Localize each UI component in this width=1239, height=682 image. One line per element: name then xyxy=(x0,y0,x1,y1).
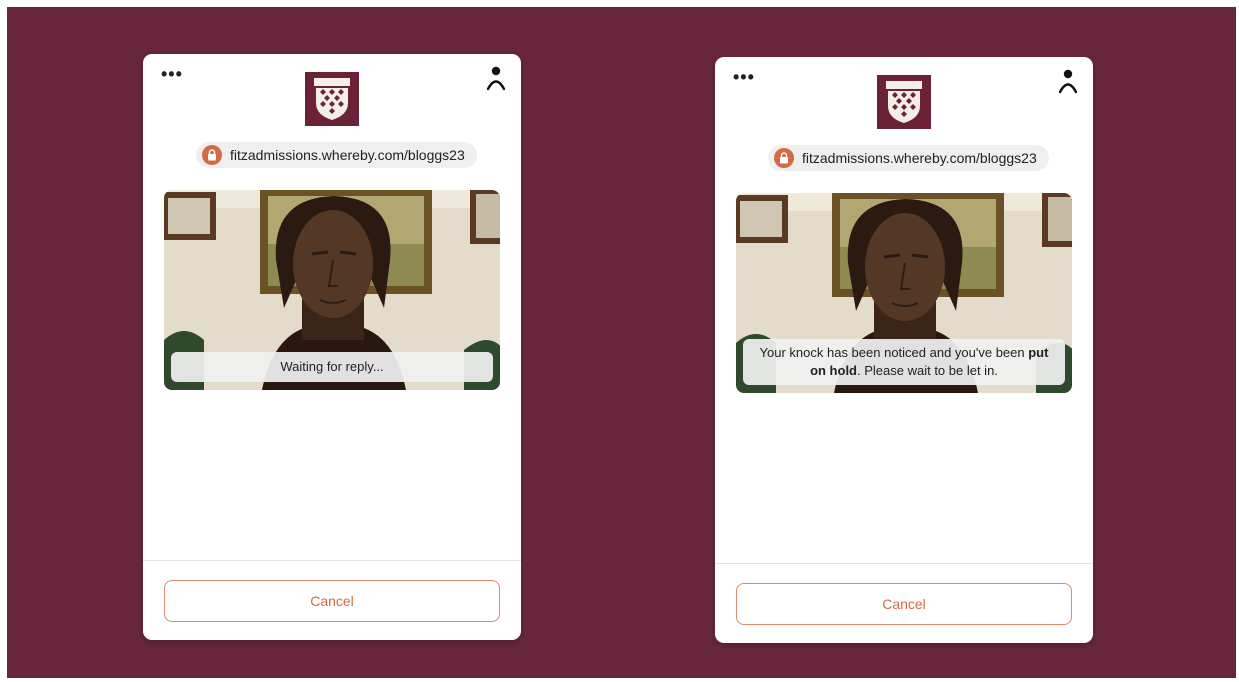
cancel-button[interactable]: Cancel xyxy=(736,583,1072,625)
room-url-pill[interactable]: fitzadmissions.whereby.com/bloggs23 xyxy=(196,142,477,168)
status-text-end: . Please wait to be let in. xyxy=(857,363,998,378)
knock-panel-on-hold: ••• fitzadmissions.whereby.com/bloggs23 … xyxy=(715,57,1093,643)
person-icon[interactable] xyxy=(485,66,507,92)
room-url-pill[interactable]: fitzadmissions.whereby.com/bloggs23 xyxy=(768,145,1049,171)
camera-preview: Your knock has been noticed and you've b… xyxy=(736,193,1072,393)
more-options-icon[interactable]: ••• xyxy=(161,65,183,83)
status-text: Your knock has been noticed and you've b… xyxy=(759,345,1029,360)
knock-panel-waiting: ••• fitzadmissions.whereby.com/bloggs23 … xyxy=(143,54,521,640)
footer-divider xyxy=(715,563,1093,564)
lock-icon xyxy=(202,145,222,165)
camera-preview: Waiting for reply... xyxy=(164,190,500,390)
person-icon[interactable] xyxy=(1057,69,1079,95)
status-message: Your knock has been noticed and you've b… xyxy=(743,339,1065,385)
college-crest-icon xyxy=(877,75,931,129)
more-options-icon[interactable]: ••• xyxy=(733,68,755,86)
room-url-text: fitzadmissions.whereby.com/bloggs23 xyxy=(230,147,465,163)
page-background: ••• fitzadmissions.whereby.com/bloggs23 … xyxy=(7,7,1236,678)
status-message: Waiting for reply... xyxy=(171,352,493,382)
college-crest-icon xyxy=(305,72,359,126)
room-url-text: fitzadmissions.whereby.com/bloggs23 xyxy=(802,150,1037,166)
status-text: Waiting for reply... xyxy=(280,359,384,374)
footer-divider xyxy=(143,560,521,561)
cancel-button[interactable]: Cancel xyxy=(164,580,500,622)
lock-icon xyxy=(774,148,794,168)
